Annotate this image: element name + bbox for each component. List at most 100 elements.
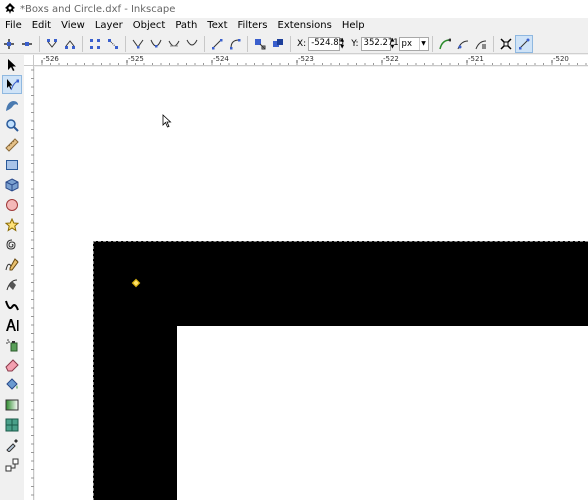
show-handles-button[interactable] <box>514 34 533 53</box>
gradient-tool-icon <box>5 399 19 410</box>
y-coordinate-input[interactable]: 352.271 <box>360 36 399 51</box>
rect-tool-icon <box>6 159 18 170</box>
join-nodes-button[interactable] <box>43 35 61 53</box>
calligraphy-tool[interactable] <box>2 295 22 314</box>
ellipse-tool-icon <box>6 198 18 211</box>
menu-text[interactable]: Text <box>202 19 232 33</box>
spin-up-icon[interactable]: ▲ <box>391 37 397 44</box>
ellipse-tool[interactable] <box>2 195 22 214</box>
insert-node-button[interactable] <box>0 35 18 53</box>
x-coordinate-spinner[interactable]: ▲ ▼ <box>340 37 346 51</box>
y-coordinate-label: Y: <box>351 38 359 49</box>
inkscape-logo-icon <box>5 3 15 14</box>
pen-tool[interactable] <box>2 275 22 294</box>
join-endnodes-button[interactable] <box>86 35 104 53</box>
node-auto-smooth-icon <box>186 39 198 45</box>
clip-path-button[interactable] <box>454 35 472 53</box>
3dbox-tool[interactable] <box>2 175 22 194</box>
mesh-tool[interactable] <box>2 415 22 434</box>
menu-filters[interactable]: Filters <box>233 19 273 33</box>
menu-edit[interactable]: Edit <box>27 19 56 33</box>
dropper-tool-icon <box>6 438 18 452</box>
node-symmetric-icon <box>168 40 180 46</box>
break-path-button[interactable] <box>61 35 79 53</box>
toolbar-separator <box>125 35 126 52</box>
toolbar-separator <box>431 35 433 52</box>
menu-layer[interactable]: Layer <box>90 19 128 33</box>
stroke-to-path-icon <box>273 38 283 47</box>
menu-extensions[interactable]: Extensions <box>273 19 337 33</box>
bucket-tool-icon <box>6 377 18 390</box>
vertical-ruler[interactable] <box>24 66 34 500</box>
mesh-tool-icon <box>5 418 19 431</box>
ruler-label: -526 <box>43 55 59 63</box>
measure-tool[interactable] <box>2 135 22 154</box>
rect-tool[interactable] <box>2 155 22 174</box>
path-effect-icon <box>438 38 451 49</box>
pencil-tool[interactable] <box>2 255 22 274</box>
next-path-effect-button[interactable] <box>436 35 454 53</box>
node-smooth-button[interactable] <box>147 35 165 53</box>
select-tool[interactable] <box>2 55 22 74</box>
show-handles-icon <box>518 38 530 49</box>
chevron-down-icon[interactable]: ▼ <box>418 37 428 50</box>
connector-tool[interactable] <box>2 455 22 474</box>
node-auto-smooth-button[interactable] <box>183 35 201 53</box>
toolbox <box>0 55 24 500</box>
star-tool[interactable] <box>2 215 22 234</box>
object-to-path-button[interactable] <box>251 35 269 53</box>
spin-down-icon[interactable]: ▼ <box>391 44 397 51</box>
clip-path-icon <box>457 40 468 49</box>
segment-curve-button[interactable] <box>226 35 244 53</box>
menu-view[interactable]: View <box>56 19 90 33</box>
x-coordinate-input[interactable]: -524.85 <box>308 36 344 51</box>
mask-path-icon <box>475 40 486 49</box>
spin-up-icon[interactable]: ▲ <box>340 37 346 44</box>
bucket-tool[interactable] <box>2 375 22 394</box>
3dbox-tool-icon <box>5 177 19 192</box>
mask-path-button[interactable] <box>472 35 490 53</box>
spray-tool[interactable] <box>2 335 22 354</box>
node-tool[interactable] <box>2 75 22 94</box>
show-transform-handles-button[interactable] <box>497 35 515 53</box>
inner-box-cutout <box>177 326 588 500</box>
menu-path[interactable]: Path <box>170 19 202 33</box>
spiral-tool[interactable] <box>2 235 22 254</box>
menu-file[interactable]: File <box>0 19 27 33</box>
menu-object[interactable]: Object <box>128 19 171 33</box>
join-nodes-icon <box>47 38 57 48</box>
mouse-cursor-icon <box>162 114 172 128</box>
spiral-tool-icon <box>6 239 16 250</box>
toolbar-separator <box>82 35 83 52</box>
window-title: *Boxs and Circle.dxf - Inkscape <box>20 3 176 15</box>
eraser-tool[interactable] <box>2 355 22 374</box>
eraser-tool-icon <box>5 358 19 371</box>
toolbar-separator <box>290 35 291 52</box>
stroke-to-path-button[interactable] <box>269 35 287 53</box>
tweak-tool-icon <box>6 100 18 111</box>
toolbar-separator <box>204 35 205 52</box>
segment-line-button[interactable] <box>208 35 226 53</box>
drawing-canvas[interactable] <box>35 67 588 500</box>
unit-select[interactable]: px ▼ <box>398 36 429 51</box>
node-cusp-icon <box>132 39 144 48</box>
spin-down-icon[interactable]: ▼ <box>340 44 346 51</box>
menu-help[interactable]: Help <box>337 19 370 33</box>
horizontal-ruler[interactable]: -526 -525 -524 -523 -522 -521 -520 <box>34 55 588 66</box>
delete-segment-button[interactable] <box>104 35 122 53</box>
ruler-label: -525 <box>128 55 144 63</box>
node-cusp-button[interactable] <box>129 35 147 53</box>
node-symmetric-button[interactable] <box>165 35 183 53</box>
transform-handles-icon <box>500 37 512 50</box>
break-path-icon <box>65 39 75 49</box>
zoom-tool[interactable] <box>2 115 22 134</box>
dropper-tool[interactable] <box>2 435 22 454</box>
x-coordinate-label: X: <box>297 38 307 49</box>
tweak-tool[interactable] <box>2 95 22 114</box>
delete-node-button[interactable] <box>18 35 36 53</box>
gradient-tool[interactable] <box>2 395 22 414</box>
y-coordinate-spinner[interactable]: ▲ ▼ <box>391 37 397 51</box>
text-tool-icon <box>6 318 19 331</box>
join-segment-icon <box>90 38 100 49</box>
text-tool[interactable] <box>2 315 22 334</box>
